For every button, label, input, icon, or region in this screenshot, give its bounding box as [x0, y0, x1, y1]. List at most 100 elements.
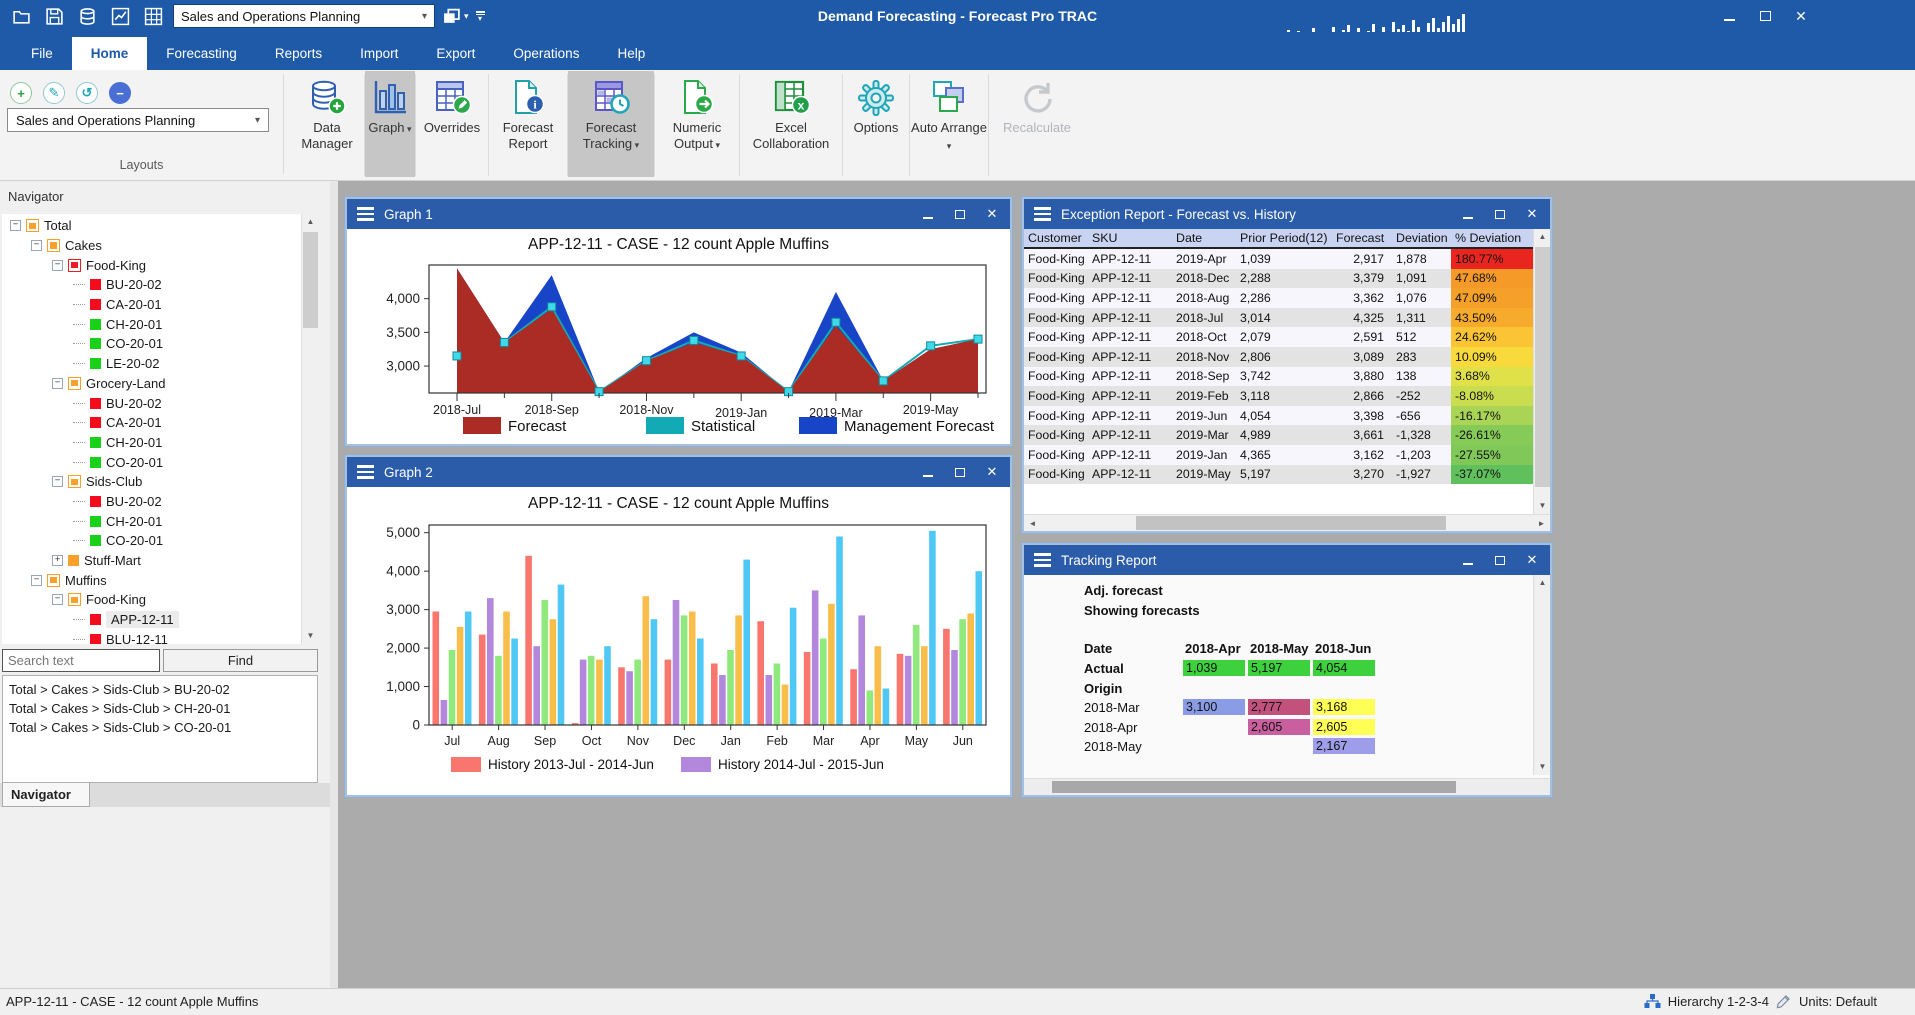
add-layout-icon[interactable]: +: [10, 82, 32, 104]
close-button[interactable]: ✕: [1524, 206, 1540, 222]
table-row[interactable]: Food-KingAPP-12-112018-Dec2,2883,3791,09…: [1024, 269, 1533, 289]
cascade-windows-button[interactable]: ▾: [442, 7, 469, 26]
table-row[interactable]: Food-KingAPP-12-112018-Oct2,0792,5915122…: [1024, 327, 1533, 347]
scrollbar-thumb[interactable]: [1535, 247, 1550, 487]
collapse-icon[interactable]: −: [52, 476, 63, 487]
tree-item-ch-20-01[interactable]: CH-20-01: [2, 511, 300, 531]
tab-import[interactable]: Import: [341, 37, 417, 70]
column-header-prior-period-12-[interactable]: Prior Period(12): [1236, 231, 1332, 245]
tree-item-ca-20-01[interactable]: CA-20-01: [2, 413, 300, 433]
tracking-horizontal-scrollbar[interactable]: [1024, 778, 1550, 795]
tree-item-co-20-01[interactable]: CO-20-01: [2, 531, 300, 551]
exception-vertical-scrollbar[interactable]: ▲ ▼: [1533, 229, 1550, 514]
graph2-title-bar[interactable]: Graph 2 ✕: [347, 457, 1010, 487]
close-button[interactable]: ✕: [984, 464, 1000, 480]
tree-item-co-20-01[interactable]: CO-20-01: [2, 452, 300, 472]
database-icon[interactable]: [74, 4, 100, 28]
scrollbar-thumb[interactable]: [1052, 781, 1456, 793]
tab-forecasting[interactable]: Forecasting: [147, 37, 256, 70]
status-units[interactable]: Units: Default: [1799, 994, 1877, 1009]
table-row[interactable]: Food-KingAPP-12-112019-Feb3,1182,866-252…: [1024, 386, 1533, 406]
edit-layout-icon[interactable]: ✎: [43, 82, 65, 104]
maximize-button[interactable]: [1492, 206, 1508, 222]
scroll-up-icon[interactable]: ▲: [302, 214, 318, 230]
scroll-down-icon[interactable]: ▼: [302, 628, 318, 644]
tracking-vertical-scrollbar[interactable]: ▲ ▼: [1533, 575, 1550, 775]
tab-navigator[interactable]: Navigator: [2, 783, 90, 807]
tree-item-co-20-01[interactable]: CO-20-01: [2, 334, 300, 354]
table-row[interactable]: Food-KingAPP-12-112019-Apr1,0392,9171,87…: [1024, 249, 1533, 269]
titlebar-layout-dropdown[interactable]: Sales and Operations Planning ▾: [173, 4, 435, 28]
tree-item-ca-20-01[interactable]: CA-20-01: [2, 295, 300, 315]
column-header-sku[interactable]: SKU: [1088, 231, 1172, 245]
table-row[interactable]: Food-KingAPP-12-112019-May5,1973,270-1,9…: [1024, 465, 1533, 485]
table-row[interactable]: Food-KingAPP-12-112019-Jan4,3653,162-1,2…: [1024, 445, 1533, 465]
search-result-item[interactable]: Total > Cakes > Sids-Club > CH-20-01: [9, 699, 311, 718]
column-header-deviation[interactable]: Deviation: [1392, 231, 1451, 245]
ribbon-button-numeric-output[interactable]: Numeric Output ▾: [655, 71, 739, 177]
remove-layout-icon[interactable]: −: [109, 82, 131, 104]
hamburger-menu-icon[interactable]: [357, 465, 374, 479]
maximize-button[interactable]: [1754, 5, 1776, 27]
column-header-customer[interactable]: Customer: [1024, 231, 1088, 245]
tree-item-app-12-11[interactable]: APP-12-11: [2, 610, 300, 630]
hamburger-menu-icon[interactable]: [1034, 207, 1051, 221]
collapse-icon[interactable]: −: [10, 220, 21, 231]
tree-item-total[interactable]: −Total: [2, 216, 300, 236]
status-hierarchy[interactable]: Hierarchy 1-2-3-4: [1668, 994, 1769, 1009]
column-header--deviation[interactable]: % Deviation: [1451, 231, 1533, 245]
panel-splitter[interactable]: [330, 181, 338, 988]
ribbon-button-options[interactable]: Options: [843, 71, 909, 177]
ribbon-button-forecast-tracking[interactable]: Forecast Tracking ▾: [568, 71, 654, 177]
close-button[interactable]: ✕: [1524, 552, 1540, 568]
ribbon-button-data-manager[interactable]: Data Manager: [290, 71, 364, 177]
numeric-grid-icon[interactable]: [140, 4, 166, 28]
exception-report-title-bar[interactable]: Exception Report - Forecast vs. History …: [1024, 199, 1550, 229]
collapse-icon[interactable]: −: [31, 240, 42, 251]
tree-item-le-20-02[interactable]: LE-20-02: [2, 354, 300, 374]
open-folder-icon[interactable]: [8, 4, 34, 28]
table-row[interactable]: Food-KingAPP-12-112018-Sep3,7423,8801383…: [1024, 367, 1533, 387]
close-button[interactable]: ✕: [1790, 5, 1812, 27]
ribbon-layout-dropdown[interactable]: Sales and Operations Planning ▾: [7, 108, 269, 132]
tree-item-muffins[interactable]: −Muffins: [2, 570, 300, 590]
tab-home[interactable]: Home: [72, 37, 148, 70]
column-header-forecast[interactable]: Forecast: [1332, 231, 1392, 245]
tree-item-blu-12-11[interactable]: BLU-12-11: [2, 629, 300, 644]
search-result-item[interactable]: Total > Cakes > Sids-Club > CO-20-01: [9, 718, 311, 737]
scroll-up-icon[interactable]: ▲: [1534, 229, 1550, 245]
collapse-icon[interactable]: −: [52, 260, 63, 271]
tracking-report-title-bar[interactable]: Tracking Report ✕: [1024, 545, 1550, 575]
search-input[interactable]: [2, 649, 160, 672]
table-row[interactable]: Food-KingAPP-12-112018-Jul3,0144,3251,31…: [1024, 308, 1533, 328]
tree-item-food-king[interactable]: −Food-King: [2, 590, 300, 610]
ribbon-button-forecast-report[interactable]: iForecast Report: [489, 71, 567, 177]
ribbon-button-overrides[interactable]: Overrides: [416, 71, 488, 177]
maximize-button[interactable]: [1492, 552, 1508, 568]
column-header-date[interactable]: Date: [1172, 231, 1236, 245]
tree-item-stuff-mart[interactable]: +Stuff-Mart: [2, 551, 300, 571]
expand-icon[interactable]: +: [52, 555, 63, 566]
table-row[interactable]: Food-KingAPP-12-112018-Aug2,2863,3621,07…: [1024, 288, 1533, 308]
save-icon[interactable]: [41, 4, 67, 28]
graph1-title-bar[interactable]: Graph 1 ✕: [347, 199, 1010, 229]
scroll-right-icon[interactable]: ►: [1533, 515, 1550, 531]
maximize-button[interactable]: [952, 206, 968, 222]
collapse-icon[interactable]: −: [52, 378, 63, 389]
search-result-item[interactable]: Total > Cakes > Sids-Club > BU-20-02: [9, 680, 311, 699]
scroll-left-icon[interactable]: ◄: [1024, 515, 1041, 531]
table-row[interactable]: Food-KingAPP-12-112019-Mar4,9893,661-1,3…: [1024, 425, 1533, 445]
hamburger-menu-icon[interactable]: [1034, 553, 1051, 567]
tree-item-bu-20-02[interactable]: BU-20-02: [2, 393, 300, 413]
tab-export[interactable]: Export: [417, 37, 494, 70]
tree-scrollbar[interactable]: ▲ ▼: [301, 214, 318, 644]
collapse-icon[interactable]: −: [52, 594, 63, 605]
maximize-button[interactable]: [952, 464, 968, 480]
tree-item-bu-20-02[interactable]: BU-20-02: [2, 275, 300, 295]
ribbon-button-excel-collaboration[interactable]: xExcel Collaboration: [740, 71, 842, 177]
tree-scrollbar-thumb[interactable]: [303, 232, 318, 328]
minimize-button[interactable]: [1718, 5, 1740, 27]
hamburger-menu-icon[interactable]: [357, 207, 374, 221]
line-chart-icon[interactable]: [107, 4, 133, 28]
tree-item-cakes[interactable]: −Cakes: [2, 236, 300, 256]
